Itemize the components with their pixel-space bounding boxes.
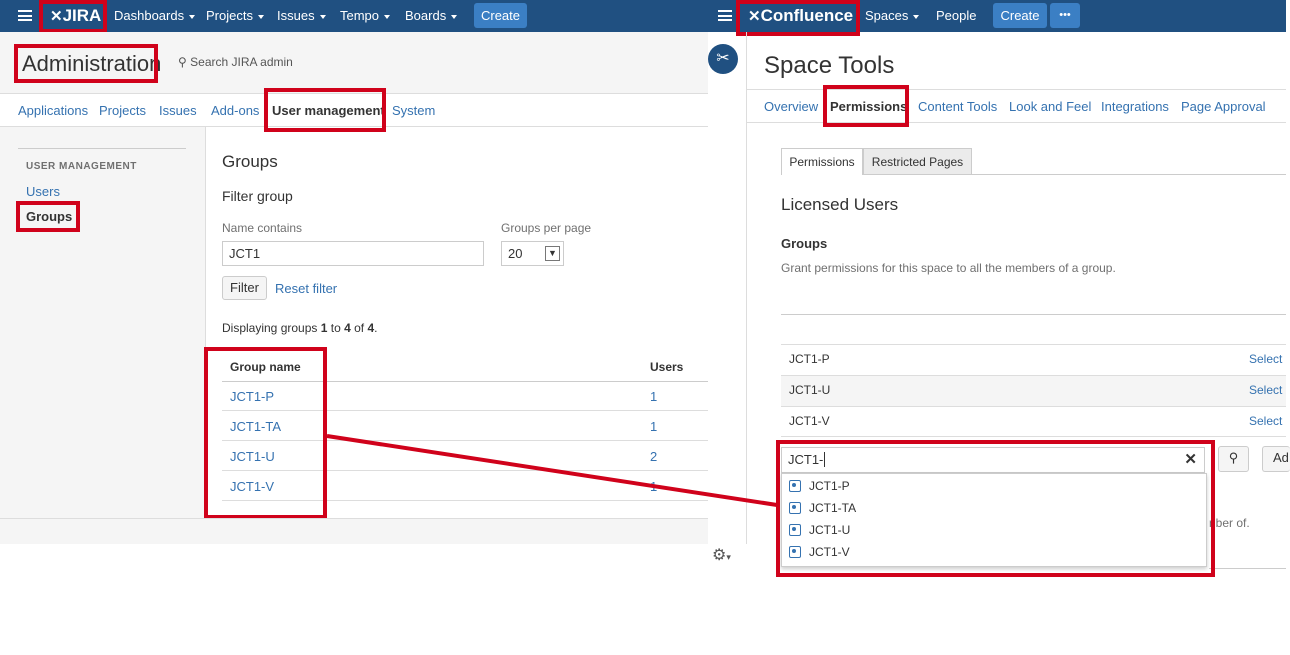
connector-arrow bbox=[326, 434, 778, 507]
